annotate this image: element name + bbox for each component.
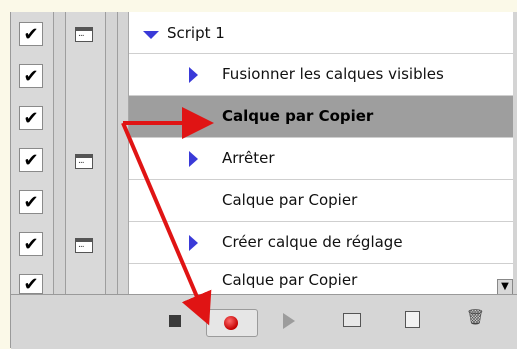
item-toggle-checkbox[interactable]: ✔: [19, 148, 43, 172]
list-item[interactable]: Calque par Copier: [129, 264, 513, 294]
list-item-label: Calque par Copier: [222, 191, 358, 209]
item-toggle-checkbox[interactable]: ✔: [19, 190, 43, 214]
record-button[interactable]: [206, 309, 258, 337]
record-icon: [224, 316, 238, 330]
action-set-label: Script 1: [167, 24, 225, 42]
list-item[interactable]: Arrêter: [129, 138, 513, 180]
dialog-toggle-icon[interactable]: [75, 27, 93, 42]
expand-triangle-icon[interactable]: [189, 151, 198, 167]
action-list: Script 1 Fusionner les calques visibles …: [128, 12, 513, 295]
folder-icon[interactable]: [343, 313, 361, 327]
list-item-label: Arrêter: [222, 149, 275, 167]
actions-panel: ✔ ✔ ✔ ✔ ✔ ✔ ✔ Script 1 Fusionner les cal…: [10, 12, 517, 349]
list-item-selected[interactable]: Calque par Copier: [129, 96, 513, 138]
list-item-label: Calque par Copier: [222, 271, 358, 289]
list-item-label: Créer calque de réglage: [222, 233, 403, 251]
list-item[interactable]: Créer calque de réglage: [129, 222, 513, 264]
action-set-row[interactable]: Script 1: [129, 12, 513, 54]
expand-triangle-icon[interactable]: [143, 31, 159, 39]
dialog-toggle-icon[interactable]: [75, 154, 93, 169]
play-icon[interactable]: [283, 313, 295, 329]
dialog-toggle-icon[interactable]: [75, 238, 93, 253]
scroll-down-button[interactable]: ▼: [497, 279, 513, 295]
expand-triangle-icon[interactable]: [189, 67, 198, 83]
list-item-label: Calque par Copier: [222, 107, 374, 125]
item-toggle-checkbox[interactable]: ✔: [19, 106, 43, 130]
new-action-icon[interactable]: [405, 311, 420, 328]
list-item[interactable]: Calque par Copier: [129, 180, 513, 222]
item-toggle-checkbox[interactable]: ✔: [19, 22, 43, 46]
trash-icon[interactable]: 🗑: [466, 309, 485, 325]
item-toggle-checkbox[interactable]: ✔: [19, 232, 43, 256]
list-item-label: Fusionner les calques visibles: [222, 65, 444, 83]
item-toggle-checkbox[interactable]: ✔: [19, 64, 43, 88]
actions-toolbar: 🗑: [11, 294, 517, 349]
stop-icon[interactable]: [169, 315, 181, 327]
item-toggle-checkbox[interactable]: ✔: [19, 274, 43, 295]
list-item[interactable]: Fusionner les calques visibles: [129, 54, 513, 96]
expand-triangle-icon[interactable]: [189, 235, 198, 251]
